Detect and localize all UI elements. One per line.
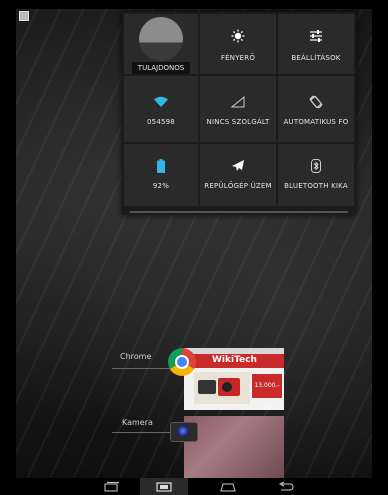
navigation-bar [16,478,372,495]
recent-app-thumbnail-chrome[interactable]: WikiTech 13.000.- Ft [184,348,284,410]
recent-app-label-chrome: Chrome [120,352,152,361]
airplane-mode-label: REPÜLŐGÉP ÜZEM [204,182,272,190]
brightness-tile[interactable]: FÉNYERŐ [200,14,276,74]
airplane-icon [200,158,276,174]
price-badge: 13.000.- Ft [252,374,282,410]
screenshot-icon[interactable] [140,478,188,495]
wifi-tile[interactable]: 054598 [124,76,198,142]
bluetooth-tile[interactable]: BLUETOOTH KIKA [278,144,354,206]
battery-percent-label: 92% [152,182,170,190]
auto-rotate-label: AUTOMATIKUS FO [283,118,349,126]
avatar [139,17,183,61]
chrome-icon[interactable] [168,348,196,376]
brightness-icon [200,28,276,44]
recent-app-divider [112,432,170,433]
page-title: WikiTech [212,355,257,365]
camera-ad-image [194,372,250,404]
camera-icon[interactable] [170,418,198,442]
quick-settings-handle[interactable] [130,211,348,213]
airplane-mode-tile[interactable]: REPÜLŐGÉP ÜZEM [200,144,276,206]
recent-app-thumbnail-camera[interactable] [184,416,284,478]
back-icon[interactable] [274,478,298,495]
rotate-icon [278,94,354,110]
image-notification-icon [19,11,29,21]
wifi-network-label: 054598 [147,118,175,126]
no-signal-icon [200,94,276,110]
auto-rotate-tile[interactable]: AUTOMATIKUS FO [278,76,354,142]
wifi-icon [124,94,198,110]
recent-app-divider [112,368,170,369]
bluetooth-label: BLUETOOTH KIKA [284,182,348,190]
home-icon[interactable] [216,478,240,495]
settings-label: BEÁLLÍTÁSOK [291,54,341,62]
owner-tile[interactable]: TULAJDONOS [124,14,198,74]
quick-settings-panel: TULAJDONOS FÉNYERŐ BEÁLLÍTÁSOK 054598 NI… [122,12,356,215]
battery-tile[interactable]: 92% [124,144,198,206]
wikitech-header: WikiTech [184,354,284,368]
signal-label: NINCS SZOLGÁLT [206,118,270,126]
recent-apps-icon[interactable] [100,478,124,495]
battery-icon [124,158,198,174]
mobile-signal-tile[interactable]: NINCS SZOLGÁLT [200,76,276,142]
owner-label: TULAJDONOS [132,62,190,74]
bluetooth-icon [278,158,354,174]
settings-sliders-icon [278,28,354,44]
settings-tile[interactable]: BEÁLLÍTÁSOK [278,14,354,74]
brightness-label: FÉNYERŐ [220,54,256,62]
recent-app-label-camera: Kamera [122,418,153,427]
